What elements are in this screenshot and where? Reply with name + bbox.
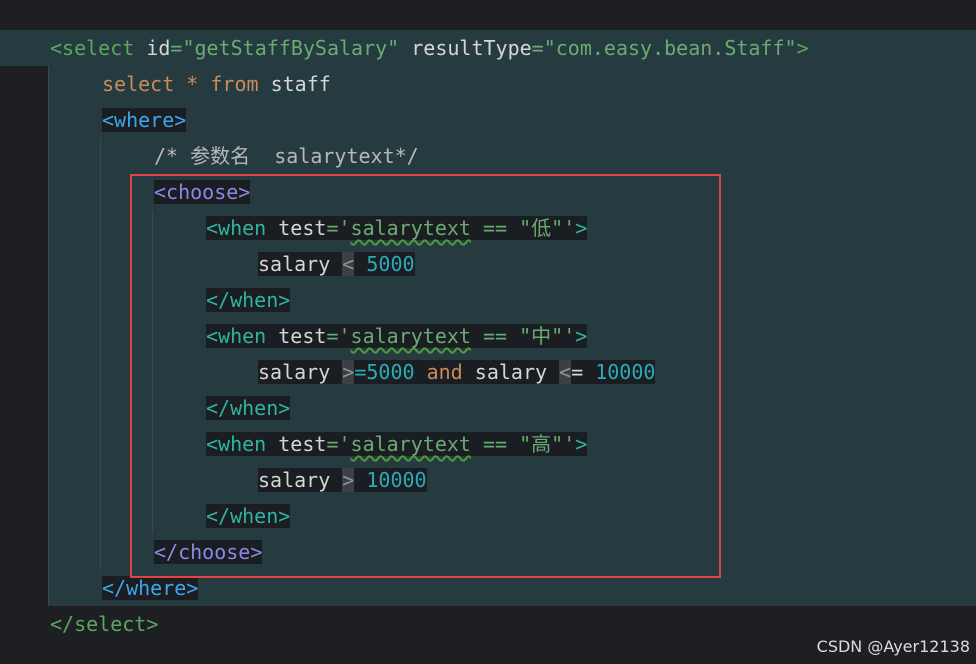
indent-guide: [48, 66, 49, 606]
code-token: from: [198, 72, 259, 96]
code-token: staff: [258, 72, 331, 96]
code-token: </where>: [102, 576, 199, 600]
code-token: <select: [50, 36, 135, 60]
indent-guide: [100, 138, 101, 570]
code-token: <where>: [102, 108, 187, 132]
code-token: id: [134, 36, 171, 60]
code-line[interactable]: <where>: [102, 102, 187, 138]
code-token: ="getStaffBySalary": [170, 36, 400, 60]
code-token: >: [796, 36, 809, 60]
code-token: ="com.easy.bean.Staff": [531, 36, 797, 60]
code-token: *: [186, 72, 199, 96]
watermark: CSDN @Ayer12138: [816, 637, 970, 656]
code-line[interactable]: <select id="getStaffBySalary" resultType…: [50, 30, 809, 66]
code-line[interactable]: </select>: [50, 606, 158, 642]
code-token: </select>: [50, 612, 159, 636]
code-line[interactable]: select * from staff: [102, 66, 331, 102]
code-line[interactable]: /* 参数名 salarytext*/: [154, 138, 419, 174]
highlight-box: [130, 174, 721, 578]
code-token: select: [102, 72, 175, 96]
code-token: /* 参数名 salarytext*/: [154, 144, 419, 168]
code-token: resultType: [399, 36, 532, 60]
